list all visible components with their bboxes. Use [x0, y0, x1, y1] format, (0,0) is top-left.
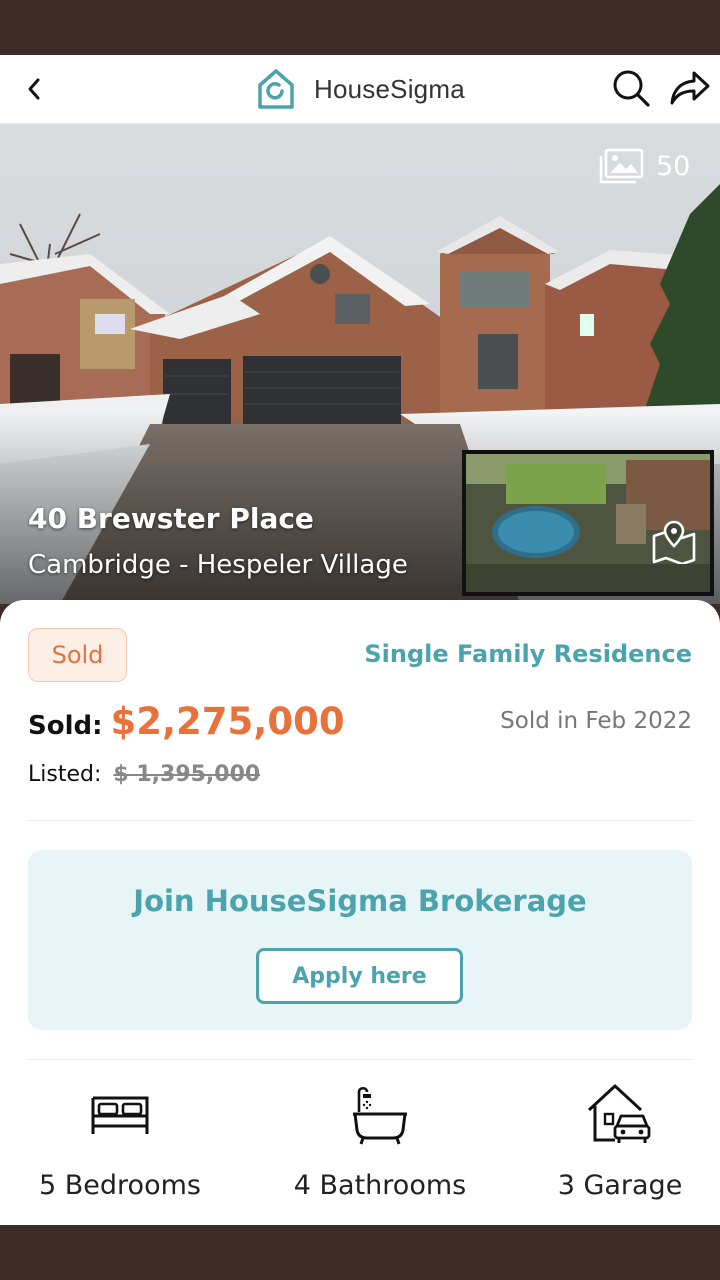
- feature-garage: 3 Garage: [530, 1080, 710, 1201]
- sold-price: $2,275,000: [110, 700, 345, 743]
- brand: HouseSigma: [256, 64, 465, 114]
- divider: [28, 820, 692, 821]
- feature-bedrooms: 5 Bedrooms: [20, 1080, 220, 1201]
- share-button[interactable]: [668, 67, 712, 109]
- status-bar: [0, 0, 720, 55]
- map-pin-icon: [652, 520, 696, 564]
- listed-label: Listed:: [28, 762, 102, 787]
- garage-icon: [587, 1084, 651, 1143]
- apply-here-button[interactable]: Apply here: [256, 948, 463, 1004]
- sold-price-row: Sold: $2,275,000: [28, 700, 345, 743]
- status-badge: Sold: [28, 628, 127, 682]
- property-type: Single Family Residence: [364, 640, 692, 668]
- listed-price: $ 1,395,000: [113, 762, 261, 787]
- feature-bathrooms: 4 Bathrooms: [270, 1080, 490, 1201]
- system-navigation-bar: [0, 1225, 720, 1280]
- share-arrow-icon: [670, 71, 710, 105]
- photo-gallery-button[interactable]: 50: [598, 148, 690, 184]
- bathrooms-label: 4 Bathrooms: [293, 1170, 467, 1201]
- chevron-left-icon: [28, 78, 40, 100]
- photo-count: 50: [656, 150, 691, 182]
- listed-price-row: Listed: $ 1,395,000: [28, 762, 260, 787]
- neighborhood-label: Cambridge - Hespeler Village: [28, 550, 408, 580]
- bed-icon: [91, 1096, 149, 1134]
- images-icon: [599, 148, 644, 184]
- promo-title: Join HouseSigma Brokerage: [133, 884, 587, 918]
- top-nav-bar: HouseSigma: [0, 55, 720, 124]
- brokerage-promo-banner: Join HouseSigma Brokerage Apply here: [28, 850, 692, 1030]
- divider: [28, 1059, 692, 1060]
- sold-label: Sold:: [28, 711, 103, 741]
- bathtub-icon: [353, 1086, 407, 1145]
- listing-hero-photo[interactable]: 50 40 Brewster Place Cambridge - Hespele…: [0, 124, 720, 604]
- sold-date: Sold in Feb 2022: [500, 708, 692, 734]
- back-button[interactable]: [14, 69, 54, 109]
- garage-label: 3 Garage: [557, 1170, 683, 1201]
- search-button[interactable]: [610, 67, 652, 109]
- housesigma-logo-icon: [258, 69, 294, 109]
- app-name: HouseSigma: [314, 73, 465, 104]
- search-icon: [613, 70, 650, 107]
- listing-details-card: Sold Single Family Residence Sold: $2,27…: [0, 600, 720, 1225]
- bedrooms-label: 5 Bedrooms: [39, 1170, 201, 1201]
- address-title: 40 Brewster Place: [28, 502, 314, 535]
- map-view-thumbnail[interactable]: [462, 450, 714, 596]
